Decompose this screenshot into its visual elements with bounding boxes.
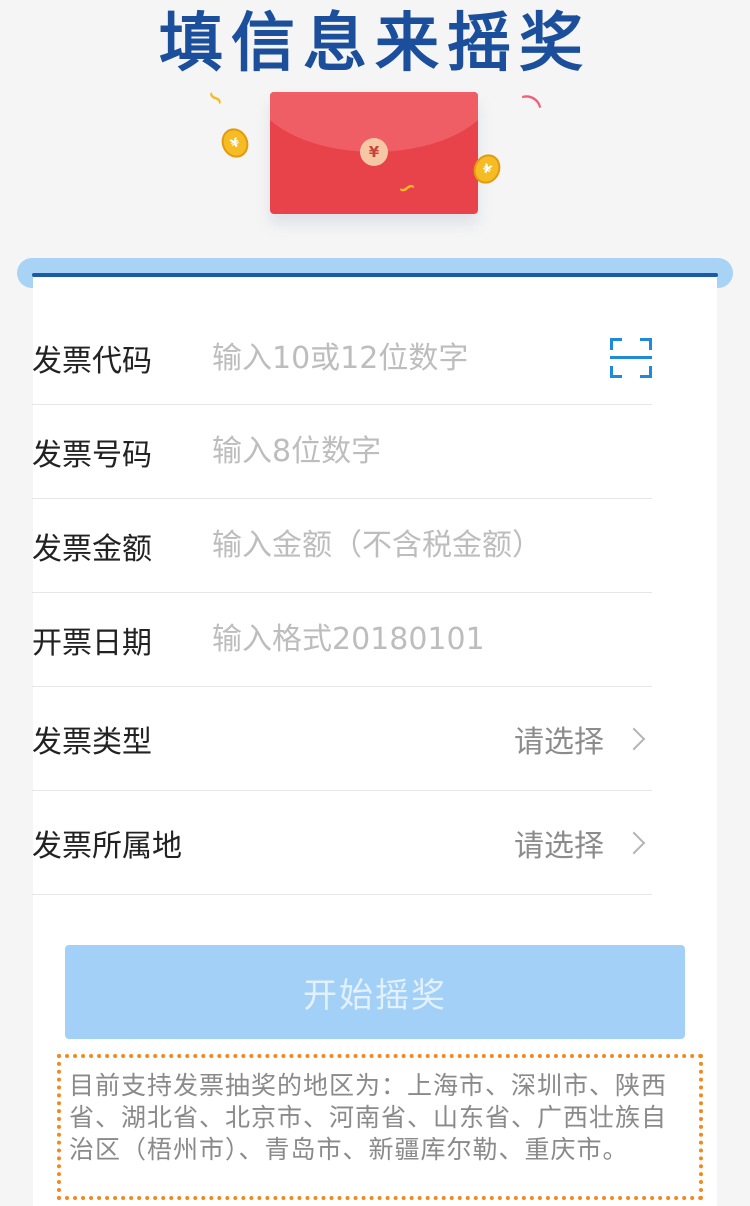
invoice-amount-row: 发票金额	[32, 499, 652, 593]
invoice-date-input[interactable]	[212, 622, 652, 657]
invoice-number-label: 发票号码	[32, 437, 152, 473]
invoice-amount-input[interactable]	[212, 528, 652, 563]
invoice-region-label: 发票所属地	[32, 828, 182, 864]
red-envelope-icon: ¥	[270, 92, 478, 214]
invoice-type-select[interactable]: 请选择	[212, 717, 652, 761]
invoice-region-select[interactable]: 请选择	[212, 821, 652, 865]
scan-icon[interactable]	[610, 338, 652, 378]
envelope-seal: ¥	[360, 138, 388, 166]
invoice-amount-label: 发票金额	[32, 531, 152, 567]
invoice-type-value: 请选择	[514, 724, 604, 760]
hero-illustration: ∽ ⌒ ¥ ¥ ∽ ¥	[200, 80, 544, 250]
invoice-number-input[interactable]	[212, 434, 652, 469]
invoice-type-row[interactable]: 发票类型 请选择	[32, 687, 652, 791]
invoice-region-value: 请选择	[514, 828, 604, 864]
page-title: 填信息来摇奖	[159, 7, 591, 81]
invoice-number-row: 发票号码	[32, 405, 652, 499]
chevron-right-icon	[622, 831, 646, 854]
start-lottery-button[interactable]: 开始摇奖	[65, 945, 685, 1039]
streamer-icon: ⌒	[511, 91, 544, 125]
invoice-type-label: 发票类型	[32, 724, 152, 760]
invoice-code-input[interactable]	[212, 340, 610, 376]
chevron-right-icon	[622, 727, 646, 750]
invoice-date-row: 开票日期	[32, 593, 652, 687]
invoice-date-label: 开票日期	[32, 625, 152, 661]
invoice-code-label: 发票代码	[32, 344, 152, 379]
invoice-code-row: 发票代码	[32, 312, 652, 405]
streamer-icon: ∽	[200, 82, 231, 115]
coin-icon: ¥	[216, 123, 254, 163]
invoice-region-row[interactable]: 发票所属地 请选择	[32, 791, 652, 895]
supported-regions-notice: 目前支持发票抽奖的地区为：上海市、深圳市、陕西省、湖北省、北京市、河南省、山东省…	[57, 1054, 703, 1200]
